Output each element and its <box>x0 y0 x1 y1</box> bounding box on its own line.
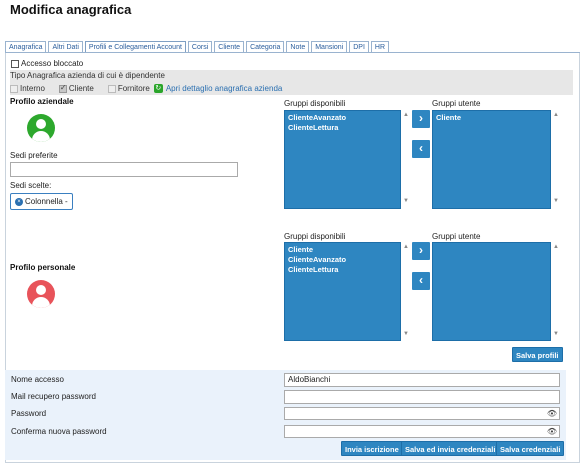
scroll-up-icon[interactable]: ▲ <box>403 244 409 250</box>
page-title: Modifica anagrafica <box>10 2 132 17</box>
mail-recupero-label: Mail recupero password <box>11 392 96 401</box>
list-item[interactable]: ClienteAvanzato <box>288 255 397 265</box>
show-password-icon[interactable]: 👁 <box>547 427 557 436</box>
tipo-interno-option[interactable]: Interno <box>10 84 45 93</box>
add-group-button[interactable]: › <box>412 110 430 128</box>
remove-chip-icon[interactable]: × <box>15 197 23 206</box>
sedi-scelte-label: Sedi scelte: <box>10 181 52 190</box>
accesso-bloccato-row[interactable]: Accesso bloccato <box>11 59 83 68</box>
list-item[interactable]: ClienteLettura <box>288 123 397 133</box>
conferma-password-input[interactable]: 👁 <box>284 425 560 438</box>
show-password-icon[interactable]: 👁 <box>547 409 557 418</box>
invia-iscrizione-button[interactable]: Invia iscrizione <box>341 441 403 456</box>
sede-chip[interactable]: × Colonnella - <box>10 193 73 210</box>
remove-group-button[interactable]: ‹ <box>412 140 430 158</box>
apri-dettaglio-link[interactable]: Apri dettaglio anagrafica azienda <box>166 84 283 93</box>
interno-checkbox[interactable] <box>10 84 18 93</box>
gruppi-disponibili-list[interactable]: ClienteAvanzato ClienteLettura <box>284 110 401 209</box>
scroll-down-icon[interactable]: ▼ <box>553 198 559 204</box>
accesso-bloccato-label: Accesso bloccato <box>21 59 84 68</box>
list-item[interactable]: Cliente <box>436 113 547 123</box>
fornitore-checkbox[interactable] <box>107 84 116 93</box>
user-avatar-icon <box>27 114 55 142</box>
add-group-button[interactable]: › <box>412 242 430 260</box>
cliente-label: Cliente <box>68 84 94 93</box>
mail-recupero-input[interactable] <box>284 390 560 404</box>
apri-dettaglio-link-wrap[interactable]: ↻ Apri dettaglio anagrafica azienda <box>153 84 283 93</box>
sedi-preferite-input[interactable] <box>10 162 238 177</box>
remove-group-button[interactable]: ‹ <box>412 272 430 290</box>
user-avatar-icon <box>27 280 55 308</box>
gruppi-disponibili-label: Gruppi disponibili <box>284 232 346 241</box>
scroll-down-icon[interactable]: ▼ <box>403 198 409 204</box>
accesso-bloccato-checkbox[interactable] <box>11 59 19 68</box>
tipo-anagrafica-bar: Tipo Anagrafica azienda di cui è dipende… <box>10 70 573 95</box>
cliente-checkbox[interactable] <box>58 83 67 93</box>
password-input[interactable]: 👁 <box>284 407 560 420</box>
list-item[interactable]: ClienteAvanzato <box>288 113 397 123</box>
scroll-up-icon[interactable]: ▲ <box>403 112 409 118</box>
salva-credenziali-button[interactable]: Salva credenziali <box>496 441 565 456</box>
gruppi-utente-list[interactable]: Cliente <box>432 110 551 209</box>
gruppi-utente-label: Gruppi utente <box>432 99 481 108</box>
fornitore-label: Fornitore <box>117 84 150 93</box>
salva-invia-credenziali-button[interactable]: Salva ed invia credenziali <box>401 441 500 456</box>
scroll-up-icon[interactable]: ▲ <box>553 244 559 250</box>
salva-profili-button[interactable]: Salva profili <box>512 347 563 362</box>
gruppi-disponibili-list[interactable]: Cliente ClienteAvanzato ClienteLettura <box>284 242 401 341</box>
profilo-aziendale-label: Profilo aziendale <box>10 97 74 106</box>
nome-accesso-input[interactable]: AldoBianchi <box>284 373 560 387</box>
nome-accesso-label: Nome accesso <box>11 375 64 384</box>
gruppi-utente-label: Gruppi utente <box>432 232 481 241</box>
tipo-fornitore-option[interactable]: Fornitore <box>107 84 150 93</box>
scroll-up-icon[interactable]: ▲ <box>553 112 559 118</box>
gruppi-disponibili-label: Gruppi disponibili <box>284 99 346 108</box>
tipo-anagrafica-label: Tipo Anagrafica azienda di cui è dipende… <box>10 71 165 80</box>
sede-chip-label: Colonnella - <box>25 197 68 206</box>
profilo-personale-label: Profilo personale <box>10 263 76 272</box>
refresh-icon: ↻ <box>153 84 163 93</box>
interno-label: Interno <box>20 84 45 93</box>
password-label: Password <box>11 409 47 418</box>
tipo-cliente-option[interactable]: Cliente <box>58 83 94 93</box>
list-item[interactable]: ClienteLettura <box>288 265 397 275</box>
gruppi-utente-list[interactable] <box>432 242 551 341</box>
scroll-down-icon[interactable]: ▼ <box>553 331 559 337</box>
list-item[interactable]: Cliente <box>288 245 397 255</box>
conferma-password-label: Conferma nuova password <box>11 427 107 436</box>
sedi-preferite-label: Sedi preferite <box>10 151 58 160</box>
scroll-down-icon[interactable]: ▼ <box>403 331 409 337</box>
